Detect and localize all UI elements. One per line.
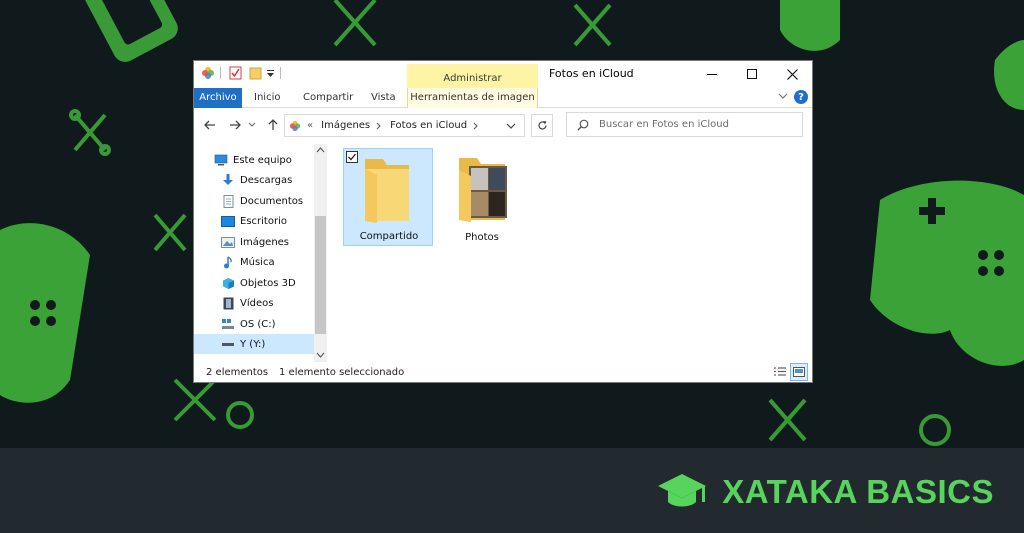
ribbon-tabs: Archivo Inicio Compartir Vista Herramien… [194, 88, 812, 108]
chevron-down-icon [248, 122, 256, 127]
nav-item-os-c[interactable]: OS (C:) [194, 314, 314, 334]
back-button[interactable] [200, 116, 220, 134]
nav-item-y-drive[interactable]: Y (Y:) [194, 334, 314, 354]
up-button[interactable] [263, 116, 283, 134]
graduation-cap-icon [658, 474, 707, 507]
computer-icon [214, 153, 228, 167]
expand-ribbon-icon[interactable] [778, 91, 788, 101]
details-view-icon[interactable] [773, 366, 787, 377]
maximize-button[interactable] [732, 61, 772, 87]
chevron-right-icon[interactable] [376, 122, 382, 130]
separator [280, 67, 281, 79]
download-icon [221, 173, 235, 187]
nav-item-imagenes[interactable]: Imágenes [194, 232, 314, 252]
window-title: Fotos en iCloud [549, 67, 634, 80]
cube-icon [221, 276, 235, 290]
breadcrumb-fotos-en-icloud[interactable]: Fotos en iCloud [390, 120, 467, 131]
folder-item-compartido[interactable]: Compartido [343, 148, 433, 246]
navigation-pane: Este equipo Descargas Documentos Escrito… [194, 144, 327, 362]
brand-name: XATAKA BASICS [722, 473, 994, 510]
brand-logo: XATAKA BASICS [656, 470, 994, 514]
nav-item-label: Este equipo [233, 154, 292, 166]
separator [220, 67, 221, 79]
nav-item-label: Y (Y:) [240, 338, 266, 350]
music-icon [221, 255, 235, 269]
search-icon [577, 119, 589, 130]
customize-toolbar-icon[interactable] [266, 69, 275, 78]
nav-item-label: Descargas [240, 174, 293, 186]
new-folder-icon[interactable] [249, 66, 262, 80]
address-bar[interactable]: « Imágenes Fotos en iCloud [284, 114, 525, 137]
minimize-icon [707, 74, 717, 75]
arrow-left-icon [204, 120, 215, 130]
chevron-right-icon[interactable] [473, 122, 479, 130]
nav-scrollbar[interactable] [314, 144, 327, 362]
tab-compartir[interactable]: Compartir [295, 88, 361, 108]
folder-item-photos[interactable]: Photos [437, 148, 527, 246]
navigation-bar: « Imágenes Fotos en iCloud Buscar en Fot… [194, 109, 812, 141]
video-icon [221, 296, 235, 310]
tab-archivo[interactable]: Archivo [194, 88, 242, 108]
brand-bar: XATAKA BASICS [0, 448, 1024, 533]
nav-item-label: Vídeos [240, 297, 274, 309]
scroll-down-icon[interactable] [316, 352, 325, 358]
nav-item-este-equipo[interactable]: Este equipo [194, 150, 314, 170]
status-bar: 2 elementos 1 elemento seleccionado [194, 362, 812, 382]
address-overflow[interactable]: « [307, 120, 313, 131]
refresh-icon [537, 121, 547, 130]
tab-vista[interactable]: Vista [363, 88, 404, 108]
forward-button[interactable] [225, 116, 245, 134]
photos-app-icon [202, 67, 214, 79]
arrow-right-icon [230, 120, 241, 130]
properties-icon[interactable] [229, 66, 242, 80]
nav-item-label: OS (C:) [240, 318, 276, 330]
nav-item-label: Imágenes [240, 236, 290, 248]
document-icon [221, 194, 235, 208]
network-drive-icon [221, 337, 235, 351]
photo-folder-icon [459, 158, 507, 222]
desktop-icon [221, 214, 235, 228]
nav-item-escritorio[interactable]: Escritorio [194, 211, 314, 231]
large-icons-view-icon [793, 367, 805, 377]
title-bar: Administrar Fotos en iCloud [194, 61, 812, 88]
nav-item-objetos-3d[interactable]: Objetos 3D [194, 273, 314, 293]
checkbox-checked-icon[interactable] [346, 151, 358, 163]
tab-herramientas-de-imagen[interactable]: Herramientas de imagen [407, 88, 538, 108]
arrow-up-icon [268, 119, 278, 130]
refresh-button[interactable] [531, 114, 553, 137]
nav-item-descargas[interactable]: Descargas [194, 170, 314, 190]
recent-locations-button[interactable] [246, 116, 258, 134]
item-count: 2 elementos [206, 367, 269, 378]
selection-count: 1 elemento seleccionado [279, 367, 405, 378]
search-placeholder: Buscar en Fotos en iCloud [599, 119, 729, 130]
nav-item-label: Escritorio [240, 215, 287, 227]
scroll-up-icon[interactable] [316, 147, 325, 153]
help-button[interactable]: ? [794, 90, 808, 104]
nav-item-musica[interactable]: Música [194, 252, 314, 272]
file-explorer-window: Administrar Fotos en iCloud Archivo Inic… [193, 60, 813, 383]
nav-item-label: Música [240, 256, 275, 268]
drive-icon [221, 317, 235, 331]
nav-item-documentos[interactable]: Documentos [194, 191, 314, 211]
nav-item-label: Objetos 3D [240, 277, 296, 289]
nav-item-videos[interactable]: Vídeos [194, 293, 314, 313]
nav-item-label: Documentos [240, 195, 304, 207]
context-tab-administrar: Administrar [407, 64, 538, 88]
maximize-icon [747, 69, 757, 79]
address-dropdown-icon[interactable] [506, 123, 516, 130]
file-list: Compartido Photos [331, 144, 811, 360]
photos-app-icon [289, 120, 301, 131]
scroll-thumb[interactable] [315, 216, 326, 334]
pictures-icon [221, 235, 235, 249]
search-box[interactable]: Buscar en Fotos en iCloud [566, 112, 803, 137]
folder-label: Compartido [359, 231, 419, 242]
breadcrumb-imagenes[interactable]: Imágenes [321, 120, 370, 131]
large-icons-view-button[interactable] [790, 363, 808, 381]
close-button[interactable] [772, 61, 812, 87]
minimize-button[interactable] [692, 61, 732, 87]
close-icon [786, 68, 798, 80]
folder-label: Photos [465, 232, 499, 243]
tab-inicio[interactable]: Inicio [246, 88, 288, 108]
folder-icon [365, 159, 409, 223]
